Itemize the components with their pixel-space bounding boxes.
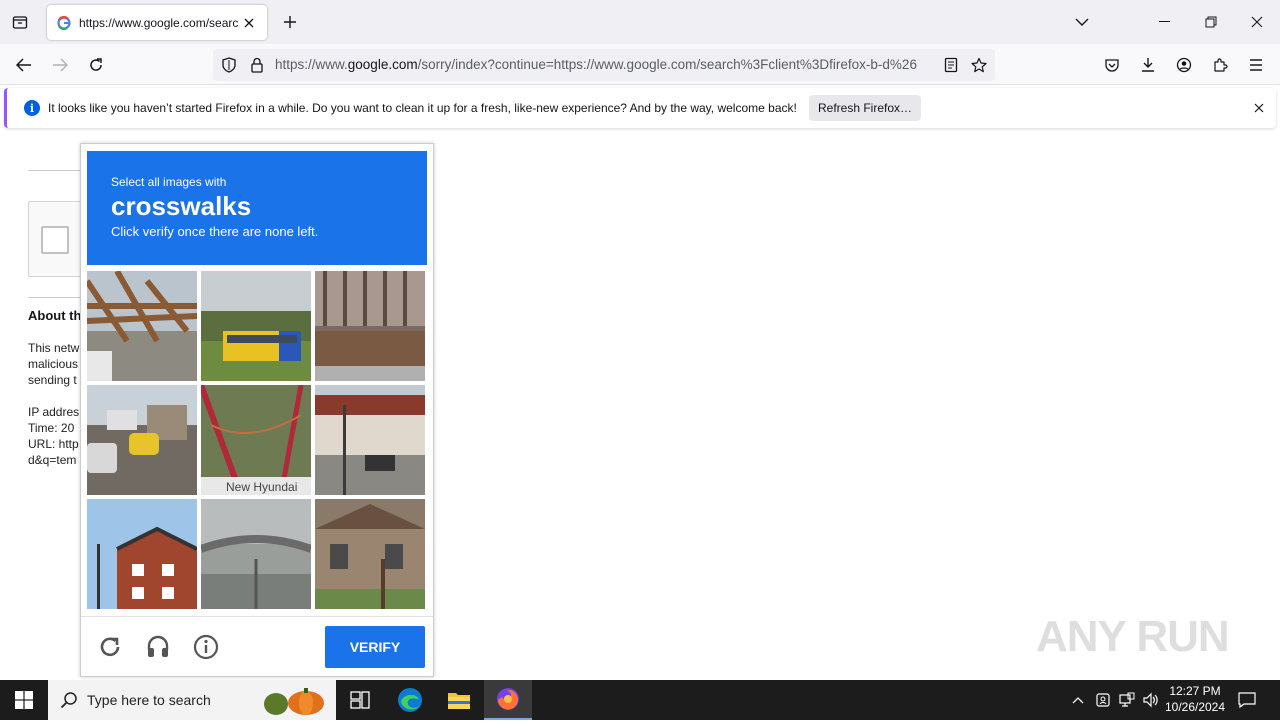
volume-icon[interactable] [1141, 690, 1161, 710]
challenge-header: Select all images with crosswalks Click … [87, 151, 427, 265]
close-tab-icon[interactable] [239, 13, 259, 33]
url-host: google.com [347, 57, 418, 72]
recaptcha-checkbox[interactable] [41, 226, 69, 254]
account-icon[interactable] [1172, 53, 1196, 77]
search-icon [60, 691, 78, 714]
url-prefix: https://www. [275, 57, 348, 72]
info-icon: i [24, 100, 40, 116]
network-icon[interactable] [1117, 690, 1137, 710]
close-window-icon[interactable] [1234, 4, 1280, 40]
search-placeholder: Type here to search [87, 692, 211, 708]
divider [81, 616, 433, 617]
extensions-icon[interactable] [1208, 53, 1232, 77]
back-icon[interactable] [10, 51, 38, 79]
file-explorer-icon[interactable] [435, 680, 483, 720]
challenge-instruction: Select all images with [111, 175, 227, 189]
firefox-view-icon[interactable] [8, 10, 32, 34]
tab-title: https://www.google.com/search [79, 15, 239, 30]
google-g-icon [57, 15, 71, 30]
refresh-firefox-notification: i It looks like you haven’t started Fire… [4, 88, 1276, 128]
image-tile[interactable] [315, 385, 425, 495]
app-menu-icon[interactable] [1244, 53, 1268, 77]
close-notification-icon[interactable] [1249, 98, 1269, 118]
help-info-icon[interactable] [191, 632, 221, 662]
page-paragraph-line: malicious [28, 357, 79, 371]
divider [28, 170, 88, 171]
tile-caption: New Hyundai [226, 480, 297, 494]
browser-tab[interactable]: https://www.google.com/search [47, 5, 267, 40]
lock-icon[interactable] [248, 56, 266, 74]
image-grid: New Hyundai [87, 271, 427, 611]
notification-message: It looks like you haven’t started Firefo… [48, 101, 797, 115]
image-tile[interactable]: New Hyundai [201, 385, 311, 495]
pumpkin-icon [262, 686, 328, 721]
challenge-subinstruction: Click verify once there are none left. [111, 224, 319, 239]
bookmark-star-icon[interactable] [970, 56, 988, 74]
navigation-toolbar: https://www.google.com/sorry/index?conti… [0, 44, 1280, 85]
image-tile[interactable] [315, 271, 425, 381]
list-all-tabs-icon[interactable] [1070, 10, 1094, 34]
windows-taskbar: Type here to search 12:27 PM 10/26/2024 [0, 680, 1280, 720]
verify-button[interactable]: VERIFY [325, 626, 425, 668]
page-info-line: Time: 20 [28, 421, 75, 435]
edge-browser-icon[interactable] [386, 680, 434, 720]
refresh-firefox-button[interactable]: Refresh Firefox… [809, 95, 921, 121]
address-bar[interactable]: https://www.google.com/sorry/index?conti… [213, 49, 995, 81]
reload-icon[interactable] [82, 51, 110, 79]
image-tile[interactable] [201, 499, 311, 609]
url-path: /sorry/index?continue=https://www.google… [417, 57, 917, 72]
challenge-target: crosswalks [111, 191, 252, 221]
watermark-logo: ANY RUN [1036, 612, 1230, 661]
image-tile[interactable] [87, 499, 197, 609]
forward-icon[interactable] [46, 51, 74, 79]
clock-time: 12:27 PM [1169, 684, 1221, 698]
meet-now-icon[interactable] [1093, 690, 1113, 710]
new-tab-icon[interactable] [278, 10, 302, 34]
show-hidden-icons-chevron-up-icon[interactable] [1068, 690, 1088, 710]
page-paragraph-line: This netw [28, 341, 80, 355]
image-tile[interactable] [315, 499, 425, 609]
reload-challenge-icon[interactable] [95, 632, 125, 662]
pocket-icon[interactable] [1100, 53, 1124, 77]
image-tile[interactable] [201, 271, 311, 381]
restore-icon[interactable] [1188, 4, 1234, 40]
recaptcha-widget [28, 201, 88, 277]
reader-view-icon[interactable] [942, 56, 960, 74]
taskbar-search-box[interactable]: Type here to search [48, 680, 336, 720]
tracking-protection-shield-icon[interactable] [220, 56, 238, 74]
tab-strip: https://www.google.com/search [0, 0, 1280, 44]
page-info-line: d&q=tem [28, 453, 77, 467]
page-info-line: IP addres [28, 405, 80, 419]
page-paragraph-line: sending t [28, 373, 77, 387]
notification-center-icon[interactable] [1236, 690, 1258, 710]
image-tile[interactable] [87, 385, 197, 495]
audio-challenge-icon[interactable] [143, 632, 173, 662]
downloads-icon[interactable] [1136, 53, 1160, 77]
task-view-icon[interactable] [336, 680, 384, 720]
url-text[interactable]: https://www.google.com/sorry/index?conti… [275, 57, 935, 72]
clock-date: 10/26/2024 [1164, 700, 1226, 714]
minimize-icon[interactable] [1142, 4, 1188, 40]
page-info-line: URL: http [28, 437, 79, 451]
about-heading: About th [28, 308, 82, 323]
windows-start-icon[interactable] [0, 680, 48, 720]
firefox-taskbar-icon[interactable] [484, 680, 532, 720]
divider [28, 297, 88, 298]
recaptcha-challenge-dialog: Select all images with crosswalks Click … [80, 143, 434, 677]
taskbar-clock[interactable]: 12:27 PM 10/26/2024 [1160, 683, 1230, 715]
image-tile[interactable] [87, 271, 197, 381]
